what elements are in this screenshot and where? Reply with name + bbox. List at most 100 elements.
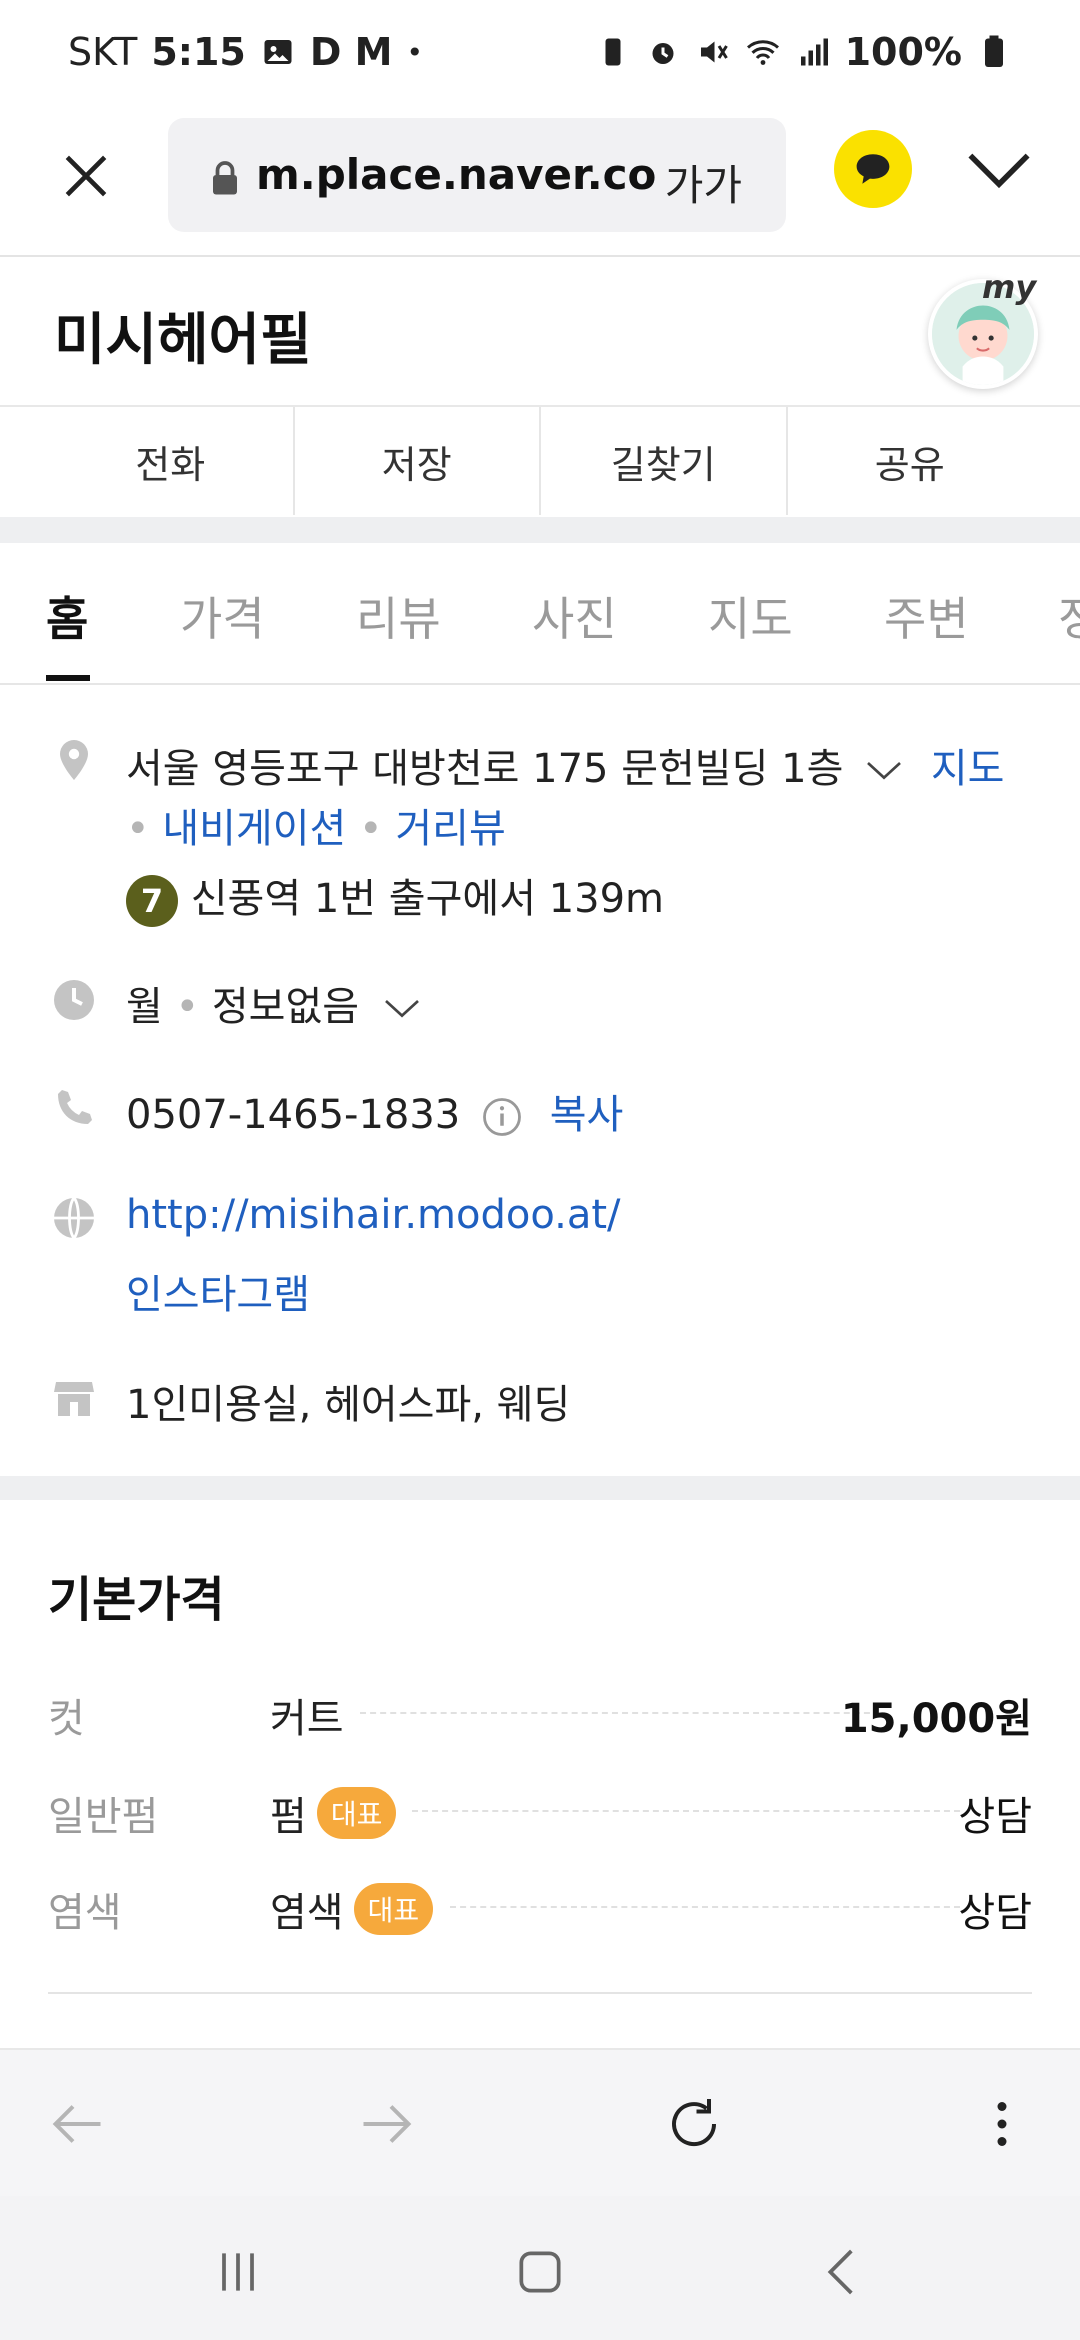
my-tag: my	[982, 268, 1037, 306]
chat-bubble-icon	[856, 154, 890, 184]
save-button[interactable]: 저장	[295, 407, 541, 515]
hours-row[interactable]: 월 • 정보없음	[126, 974, 422, 1032]
status-bar-left: SKT 5:15 D M •	[68, 30, 423, 74]
bullet: •	[359, 806, 383, 852]
section-divider	[0, 1476, 1080, 1500]
share-button[interactable]: 공유	[788, 407, 1033, 515]
refresh-icon[interactable]	[664, 2094, 724, 2154]
representative-badge: 대표	[353, 1883, 434, 1935]
phone-row: 0507-1465-1833 복사	[126, 1082, 623, 1140]
location-pin-icon	[60, 740, 88, 780]
address-links: • 내비게이션 • 거리뷰	[126, 796, 506, 854]
price-item-label: 염색	[270, 1890, 344, 1936]
phone-icon	[58, 1090, 92, 1124]
active-tab-indicator	[46, 675, 90, 681]
tab-home[interactable]: 홈	[46, 583, 88, 649]
browser-toolbar: m.place.naver.com 가가	[0, 110, 1080, 257]
font-size-button[interactable]: 가가	[665, 152, 742, 213]
hours-status: 정보없음	[211, 984, 360, 1030]
back-arrow-icon[interactable]	[48, 2094, 108, 2154]
bullet: •	[126, 806, 150, 852]
price-value: 상담	[958, 1890, 1032, 1936]
battery-percent: 100%	[844, 30, 962, 74]
hours-day: 월	[126, 984, 163, 1030]
status-bar: SKT 5:15 D M • 100%	[0, 0, 1080, 110]
instagram-link[interactable]: 인스타그램	[126, 1262, 310, 1320]
price-item-name: 염색 대표	[270, 1880, 434, 1938]
chevron-down-icon[interactable]	[966, 146, 1032, 196]
notification-app-letters: D M	[309, 30, 393, 74]
tab-bar: 홈 가격 리뷰 사진 지도 주변 정	[0, 543, 1080, 685]
price-item-label: 펌	[270, 1794, 307, 1840]
page-title: 미시헤어필	[54, 308, 312, 373]
home-icon[interactable]	[510, 2244, 570, 2300]
price-row: 컷 커트 15,000원	[48, 1678, 1032, 1742]
phone-number[interactable]: 0507-1465-1833	[126, 1092, 460, 1138]
website-link[interactable]: http://misihair.modoo.at/	[126, 1192, 621, 1238]
price-category: 일반펌	[48, 1794, 159, 1840]
tab-photo[interactable]: 사진	[532, 583, 617, 649]
subway-info: 7 신풍역 1번 출구에서 139m	[126, 866, 664, 927]
price-leader-line	[360, 1712, 880, 1714]
chevron-down-icon[interactable]	[864, 759, 904, 783]
recent-apps-icon[interactable]	[208, 2244, 268, 2300]
forward-arrow-icon[interactable]	[356, 2094, 416, 2154]
price-leader-line	[412, 1810, 960, 1812]
tab-more[interactable]: 정	[1058, 583, 1080, 649]
chevron-down-icon	[384, 1000, 419, 1018]
price-row: 일반펌 펌 대표 상담	[48, 1776, 1032, 1840]
more-vertical-icon[interactable]	[972, 2094, 1032, 2154]
price-leader-line	[450, 1906, 960, 1908]
address-bar[interactable]: m.place.naver.com 가가	[168, 118, 786, 232]
tab-nearby[interactable]: 주변	[884, 583, 969, 649]
price-item-name: 커트	[270, 1686, 344, 1744]
close-icon[interactable]	[58, 148, 114, 204]
tab-price[interactable]: 가격	[180, 583, 265, 649]
back-icon[interactable]	[812, 2244, 872, 2300]
browser-bottom-nav	[0, 2048, 1080, 2198]
address-text: 서울 영등포구 대방천로 175 문헌빌딩 1층	[126, 746, 844, 792]
price-value: 15,000원	[840, 1696, 1032, 1742]
street-view-link[interactable]: 거리뷰	[395, 806, 505, 852]
price-category: 염색	[48, 1890, 122, 1936]
status-bar-right: 100%	[595, 30, 1012, 74]
alarm-icon	[652, 43, 674, 64]
price-item-name: 펌 대표	[270, 1784, 397, 1842]
navigation-link[interactable]: 내비게이션	[162, 806, 346, 852]
signal-icon	[800, 38, 828, 66]
mute-icon	[700, 41, 728, 63]
tab-review[interactable]: 리뷰	[356, 583, 441, 649]
globe-icon	[54, 1197, 94, 1239]
bullet: •	[175, 984, 200, 1030]
map-link[interactable]: 지도	[931, 746, 1005, 792]
battery-icon	[985, 35, 1003, 67]
store-icon	[54, 1382, 94, 1416]
clock-time: 5:15	[151, 30, 246, 74]
kakao-talk-button[interactable]	[834, 130, 912, 208]
price-row: 염색 염색 대표 상담	[48, 1872, 1032, 1936]
address-line: 서울 영등포구 대방천로 175 문헌빌딩 1층 지도	[126, 736, 1004, 794]
call-button[interactable]: 전화	[48, 407, 295, 515]
wifi-icon	[746, 40, 779, 65]
url-text: m.place.naver.com	[256, 150, 656, 199]
price-category: 컷	[48, 1696, 85, 1742]
copy-button[interactable]: 복사	[550, 1092, 624, 1138]
tab-map[interactable]: 지도	[708, 583, 793, 649]
representative-badge: 대표	[316, 1787, 397, 1839]
subway-line-badge: 7	[126, 875, 178, 927]
directions-button[interactable]: 길찾기	[541, 407, 788, 515]
lock-icon	[213, 161, 237, 195]
price-item-label: 커트	[270, 1696, 344, 1742]
place-header: 미시헤어필	[0, 257, 1080, 407]
clock-icon	[54, 980, 94, 1020]
section-divider	[0, 517, 1080, 543]
price-value: 상담	[958, 1794, 1032, 1840]
battery-saver-icon	[605, 38, 621, 66]
gallery-icon	[264, 40, 292, 64]
system-nav-bar	[0, 2196, 1080, 2340]
info-icon[interactable]	[481, 1096, 523, 1138]
price-section-title: 기본가격	[48, 1572, 225, 1628]
carrier: SKT	[68, 30, 138, 74]
action-bar: 전화 저장 길찾기 공유	[48, 407, 1032, 515]
category-text: 1인미용실, 헤어스파, 웨딩	[126, 1382, 571, 1428]
